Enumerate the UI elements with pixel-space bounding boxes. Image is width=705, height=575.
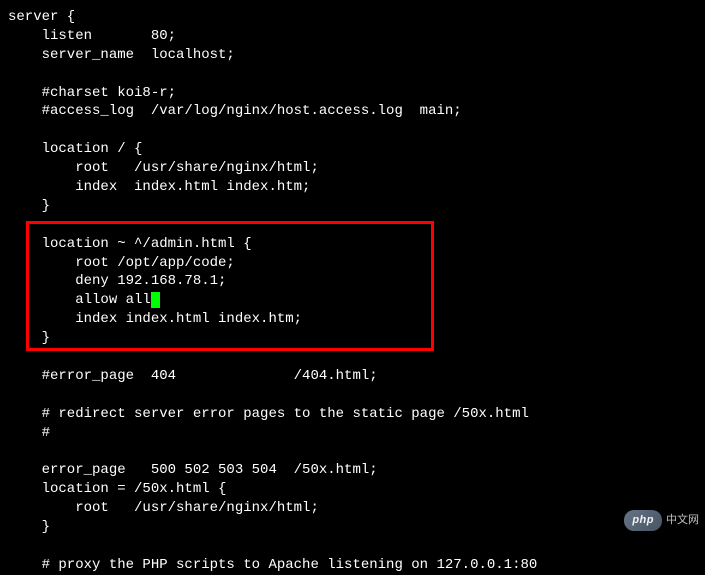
code-line: server_name localhost; <box>8 47 235 63</box>
code-line: location ~ ^/admin.html { <box>8 236 252 252</box>
code-line: deny 192.168.78.1; <box>8 273 226 289</box>
code-line: index index.html index.htm; <box>8 179 310 195</box>
watermark-badge: php <box>624 510 662 531</box>
code-line: } <box>8 330 50 346</box>
code-line: #charset koi8-r; <box>8 85 176 101</box>
code-line: location / { <box>8 141 142 157</box>
nginx-config-code: server { listen 80; server_name localhos… <box>8 8 705 575</box>
code-line: # <box>8 425 50 441</box>
code-line: listen 80; <box>8 28 176 44</box>
code-line: #access_log /var/log/nginx/host.access.l… <box>8 103 462 119</box>
code-line: allow all <box>8 292 151 308</box>
code-line: # redirect server error pages to the sta… <box>8 406 529 422</box>
code-line: } <box>8 198 50 214</box>
code-line: } <box>8 519 50 535</box>
code-line: # proxy the PHP scripts to Apache listen… <box>8 557 537 573</box>
watermark: php 中文网 <box>624 510 699 531</box>
code-line: root /usr/share/nginx/html; <box>8 160 319 176</box>
code-line: index index.html index.htm; <box>8 311 302 327</box>
watermark-text: 中文网 <box>666 513 699 528</box>
code-line: location = /50x.html { <box>8 481 226 497</box>
code-line: error_page 500 502 503 504 /50x.html; <box>8 462 378 478</box>
code-line: #error_page 404 /404.html; <box>8 368 378 384</box>
code-line: root /opt/app/code; <box>8 255 235 271</box>
text-cursor <box>151 292 160 308</box>
code-line: server { <box>8 9 75 25</box>
code-line: root /usr/share/nginx/html; <box>8 500 319 516</box>
